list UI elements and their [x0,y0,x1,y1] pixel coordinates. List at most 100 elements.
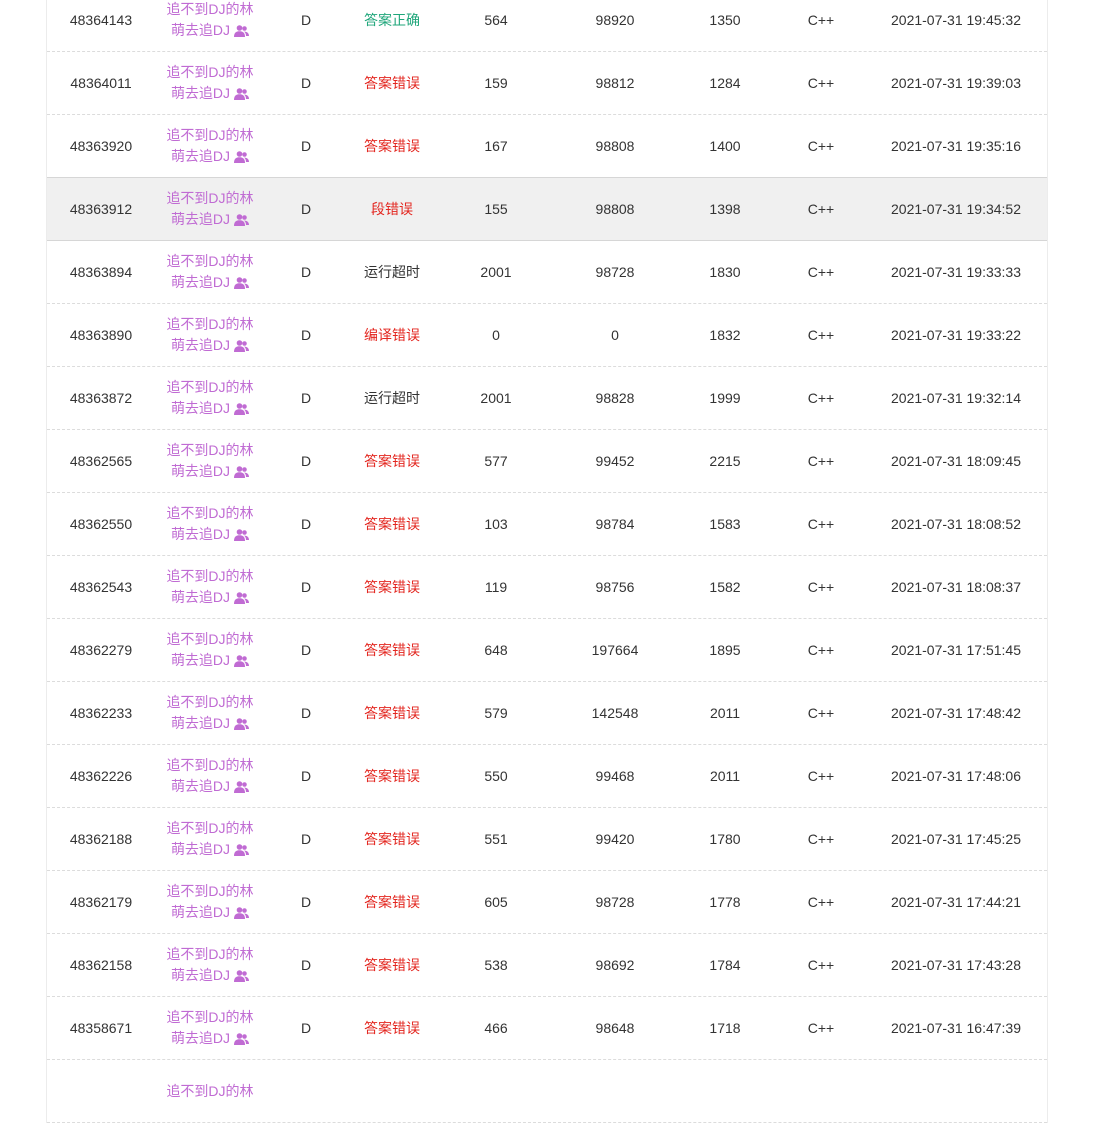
result-status[interactable]: 答案错误 [347,808,437,870]
code-length[interactable]: 2011 [675,682,775,744]
user-name-line2[interactable]: 萌去追DJ [171,776,250,797]
user-name-line1[interactable]: 追不到DJ的林 [166,314,253,335]
code-length[interactable]: 1284 [675,52,775,114]
result-status[interactable]: 答案错误 [347,871,437,933]
user-name-line2[interactable]: 萌去追DJ [171,20,250,41]
code-length[interactable]: 1999 [675,367,775,429]
user-name-line1[interactable]: 追不到DJ的林 [166,692,253,713]
result-status[interactable]: 运行超时 [347,241,437,303]
user-name-line1[interactable]: 追不到DJ的林 [166,944,253,965]
code-length[interactable]: 1778 [675,871,775,933]
user-name-line1[interactable]: 追不到DJ的林 [166,188,253,209]
code-length[interactable]: 1832 [675,304,775,366]
problem-label[interactable]: D [265,871,347,933]
user-name-line2-text[interactable]: 萌去追DJ [171,1030,230,1046]
user-name-line2-text[interactable]: 萌去追DJ [171,463,230,479]
code-length[interactable]: 1780 [675,808,775,870]
result-status[interactable]: 答案错误 [347,52,437,114]
problem-label[interactable]: D [265,493,347,555]
user-cell[interactable]: 追不到DJ的林 萌去追DJ [155,997,265,1059]
code-length[interactable]: 1895 [675,619,775,681]
code-length[interactable] [675,1060,775,1122]
user-name-line1[interactable]: 追不到DJ的林 [166,881,253,902]
user-cell[interactable]: 追不到DJ的林 萌去追DJ [155,808,265,870]
user-name-line1[interactable]: 追不到DJ的林 [166,566,253,587]
user-name-line2[interactable]: 萌去追DJ [171,902,250,923]
problem-label[interactable]: D [265,934,347,996]
user-name-line2-text[interactable]: 萌去追DJ [171,715,230,731]
user-cell[interactable]: 追不到DJ的林 萌去追DJ [155,115,265,177]
user-name-line2[interactable]: 萌去追DJ [171,587,250,608]
user-name-line2-text[interactable]: 萌去追DJ [171,85,230,101]
user-name-line1[interactable]: 追不到DJ的林 [166,755,253,776]
code-length[interactable]: 1398 [675,178,775,240]
user-name-line1[interactable]: 追不到DJ的林 [166,125,253,146]
user-name-line2-text[interactable]: 萌去追DJ [171,652,230,668]
user-name-line2-text[interactable]: 萌去追DJ [171,778,230,794]
user-name-line2-text[interactable]: 萌去追DJ [171,589,230,605]
code-length[interactable]: 1830 [675,241,775,303]
user-name-line2-text[interactable]: 萌去追DJ [171,967,230,983]
problem-label[interactable]: D [265,304,347,366]
problem-label[interactable]: D [265,808,347,870]
code-length[interactable]: 1583 [675,493,775,555]
user-name-line2-text[interactable]: 萌去追DJ [171,148,230,164]
problem-label[interactable]: D [265,556,347,618]
code-length[interactable]: 1582 [675,556,775,618]
user-name-line2[interactable]: 萌去追DJ [171,335,250,356]
user-cell[interactable]: 追不到DJ的林 萌去追DJ [155,304,265,366]
problem-label[interactable]: D [265,745,347,807]
problem-label[interactable]: D [265,430,347,492]
user-name-line2[interactable]: 萌去追DJ [171,146,250,167]
problem-label[interactable]: D [265,619,347,681]
user-name-line2-text[interactable]: 萌去追DJ [171,22,230,38]
problem-label[interactable] [265,1060,347,1122]
user-name-line1[interactable]: 追不到DJ的林 [166,377,253,398]
user-name-line2-text[interactable]: 萌去追DJ [171,337,230,353]
user-name-line2-text[interactable]: 萌去追DJ [171,841,230,857]
result-status[interactable]: 答案错误 [347,115,437,177]
result-status[interactable]: 答案错误 [347,934,437,996]
user-cell[interactable]: 追不到DJ的林 萌去追DJ [155,934,265,996]
user-cell[interactable]: 追不到DJ的林 萌去追DJ [155,619,265,681]
user-name-line2[interactable]: 萌去追DJ [171,839,250,860]
result-status[interactable]: 答案正确 [347,0,437,51]
user-cell[interactable]: 追不到DJ的林 [155,1060,265,1122]
user-name-line1[interactable]: 追不到DJ的林 [166,629,253,650]
result-status[interactable]: 编译错误 [347,304,437,366]
problem-label[interactable]: D [265,0,347,51]
user-name-line2[interactable]: 萌去追DJ [171,209,250,230]
user-name-line1[interactable]: 追不到DJ的林 [166,818,253,839]
code-length[interactable]: 1718 [675,997,775,1059]
user-name-line2-text[interactable]: 萌去追DJ [171,904,230,920]
result-status[interactable] [347,1060,437,1122]
user-name-line2-text[interactable]: 萌去追DJ [171,526,230,542]
user-name-line2[interactable]: 萌去追DJ [171,398,250,419]
user-name-line2-text[interactable]: 萌去追DJ [171,400,230,416]
user-cell[interactable]: 追不到DJ的林 萌去追DJ [155,871,265,933]
problem-label[interactable]: D [265,115,347,177]
user-cell[interactable]: 追不到DJ的林 萌去追DJ [155,682,265,744]
problem-label[interactable]: D [265,52,347,114]
user-cell[interactable]: 追不到DJ的林 萌去追DJ [155,493,265,555]
user-name-line2[interactable]: 萌去追DJ [171,1028,250,1049]
user-name-line2[interactable]: 萌去追DJ [171,83,250,104]
problem-label[interactable]: D [265,241,347,303]
code-length[interactable]: 1350 [675,0,775,51]
result-status[interactable]: 答案错误 [347,745,437,807]
user-name-line1[interactable]: 追不到DJ的林 [166,440,253,461]
user-name-line2[interactable]: 萌去追DJ [171,461,250,482]
user-cell[interactable]: 追不到DJ的林 萌去追DJ [155,0,265,51]
problem-label[interactable]: D [265,178,347,240]
user-cell[interactable]: 追不到DJ的林 萌去追DJ [155,556,265,618]
user-name-line2[interactable]: 萌去追DJ [171,713,250,734]
result-status[interactable]: 答案错误 [347,430,437,492]
problem-label[interactable]: D [265,367,347,429]
code-length[interactable]: 1400 [675,115,775,177]
user-name-line2[interactable]: 萌去追DJ [171,965,250,986]
user-name-line1[interactable]: 追不到DJ的林 [166,0,253,20]
user-name-line1[interactable]: 追不到DJ的林 [166,503,253,524]
result-status[interactable]: 答案错误 [347,682,437,744]
user-name-line2[interactable]: 萌去追DJ [171,650,250,671]
code-length[interactable]: 2215 [675,430,775,492]
